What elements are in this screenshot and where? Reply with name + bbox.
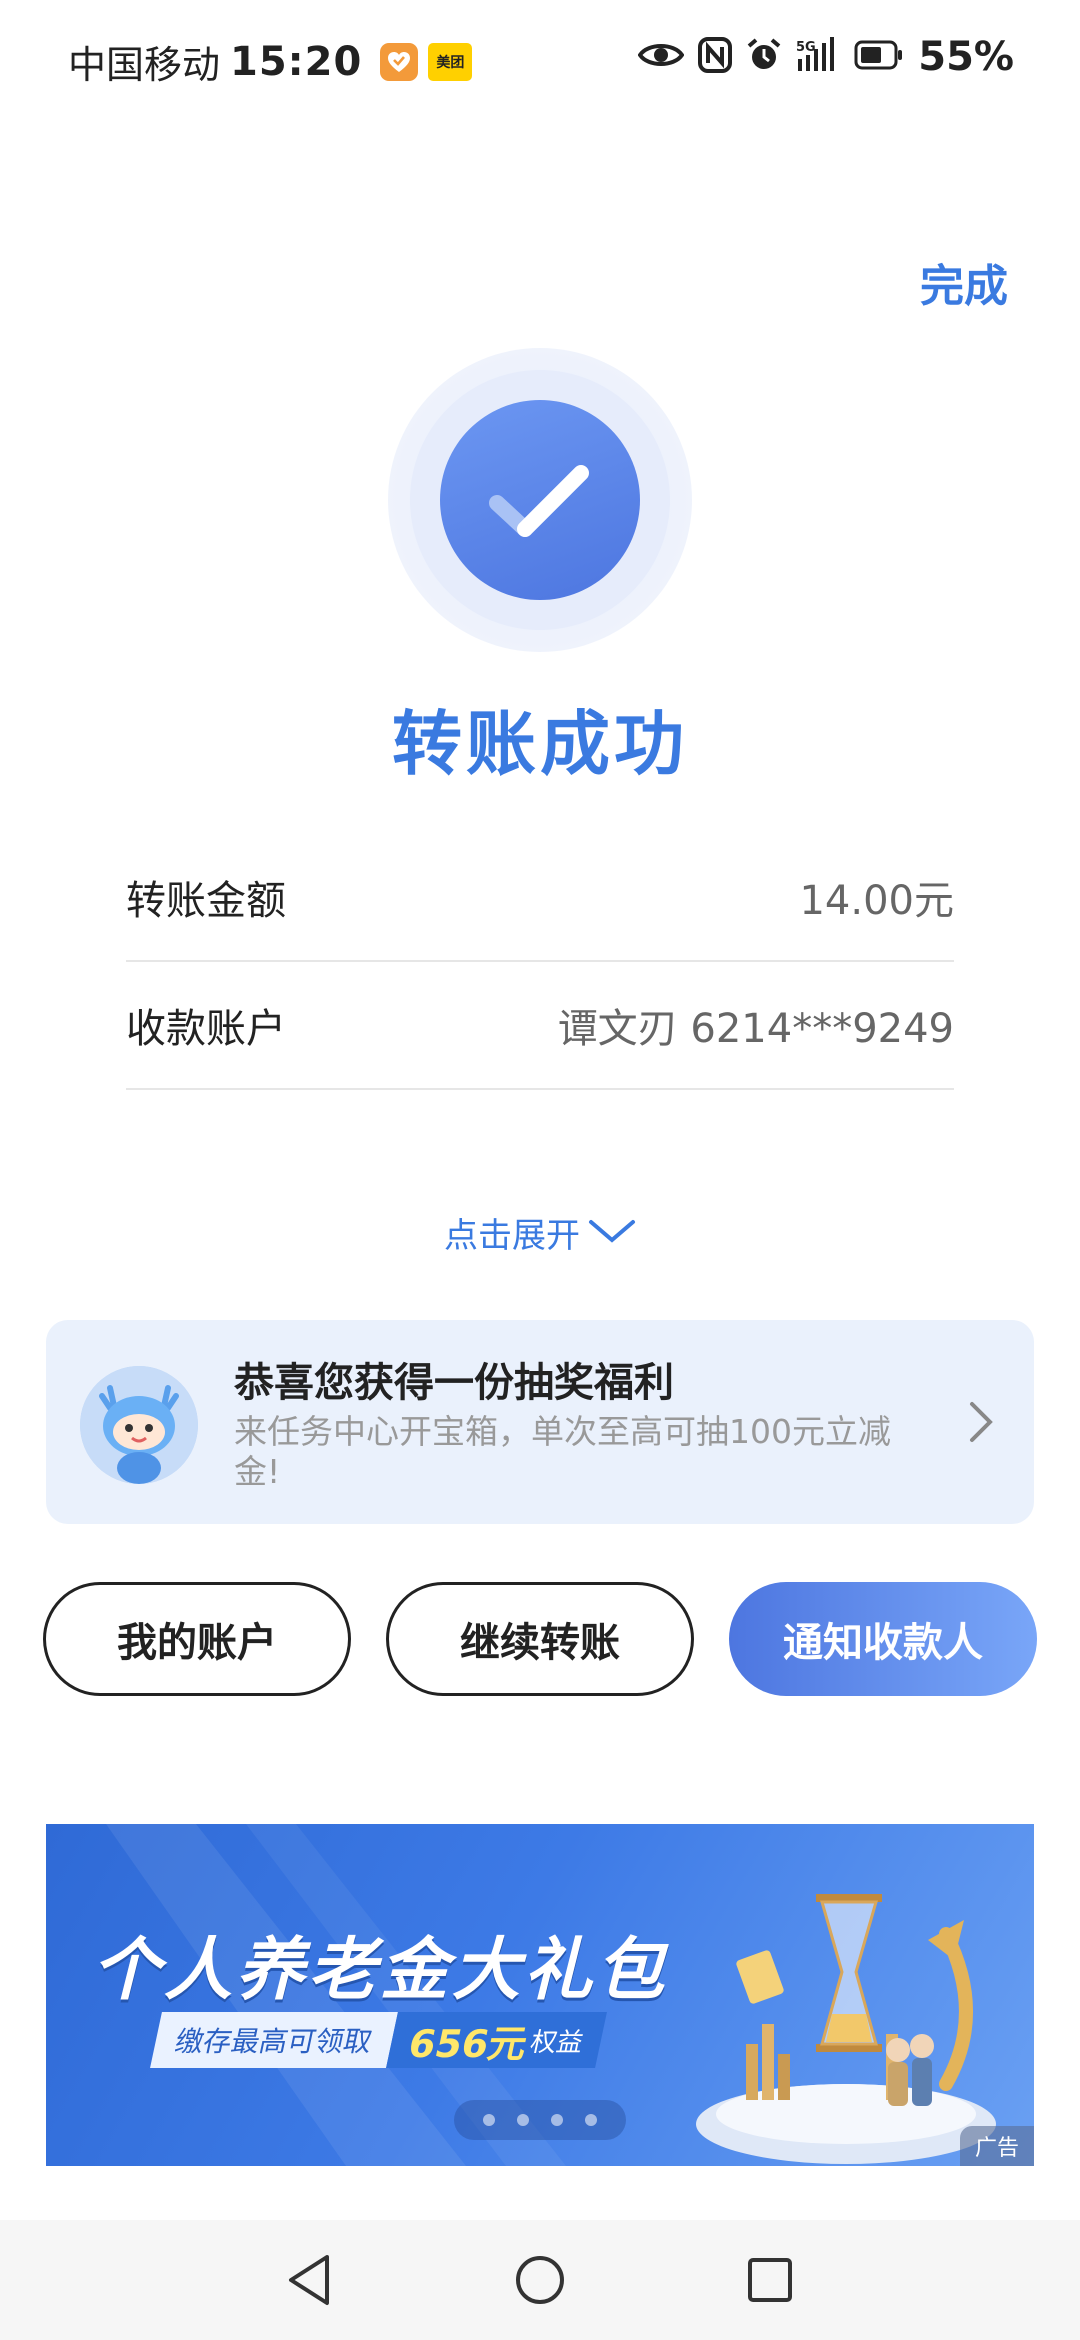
banner-sub-right: 656元 权益 <box>386 2012 608 2068</box>
mascot-avatar <box>80 1366 198 1484</box>
meituan-app-icon: 美团 <box>428 42 473 81</box>
carousel-dot[interactable] <box>517 2114 529 2126</box>
back-nav-button[interactable] <box>278 2248 342 2312</box>
clock-time: 15:20 <box>230 38 363 85</box>
my-account-button[interactable]: 我的账户 <box>43 1582 351 1696</box>
promo-title: 恭喜您获得一份抽奖福利 <box>234 1360 674 1406</box>
battery-icon <box>854 40 904 74</box>
continue-transfer-button[interactable]: 继续转账 <box>386 1582 694 1696</box>
amount-value: 14.00元 <box>799 878 954 924</box>
ad-label: 广告 <box>960 2126 1034 2166</box>
carousel-indicator[interactable] <box>454 2100 626 2140</box>
banner-suffix: 权益 <box>527 2027 587 2058</box>
notify-payee-button[interactable]: 通知收款人 <box>729 1582 1037 1696</box>
detail-row-payee: 收款账户 谭文刃 6214***9249 <box>126 962 954 1090</box>
banner-subtitle: 缴存最高可领取 656元 权益 <box>150 2012 608 2068</box>
carrier-name: 中国移动 <box>68 43 221 87</box>
battery-percent: 55% <box>918 34 1014 80</box>
banner-sub-left: 缴存最高可领取 <box>150 2012 398 2068</box>
done-button[interactable]: 完成 <box>920 250 1008 314</box>
recent-apps-nav-button[interactable] <box>738 2248 802 2312</box>
system-nav-bar <box>0 2220 1080 2340</box>
status-bar: 中国移动 15:20 美团 5G 55% <box>0 0 1080 120</box>
eye-icon <box>637 40 685 74</box>
triangle-back-icon <box>289 2255 329 2305</box>
promo-description: 来任务中心开宝箱，单次至高可抽100元立减金! <box>234 1412 891 1491</box>
notification-app-icon <box>380 42 419 81</box>
lottery-promo-card[interactable]: 恭喜您获得一份抽奖福利 来任务中心开宝箱，单次至高可抽100元立减金! <box>46 1320 1034 1524</box>
carousel-dot[interactable] <box>483 2114 495 2126</box>
chevron-right-icon <box>968 1400 994 1448</box>
transfer-details: 转账金额 14.00元 收款账户 谭文刃 6214***9249 <box>126 834 954 1090</box>
success-icon-halo <box>388 348 692 652</box>
success-title: 转账成功 <box>392 703 688 785</box>
signal-icon: 5G <box>796 37 840 77</box>
payee-label: 收款账户 <box>126 1006 286 1052</box>
banner-title: 个人养老金大礼包 <box>92 1931 669 2010</box>
expand-label: 点击展开 <box>444 1216 580 1256</box>
carousel-dot[interactable] <box>585 2114 597 2126</box>
status-left: 中国移动 15:20 美团 <box>68 34 473 89</box>
status-right: 5G 55% <box>637 34 1014 80</box>
detail-row-amount: 转账金额 14.00元 <box>126 834 954 962</box>
amount-label: 转账金额 <box>126 878 286 924</box>
pension-promo-banner[interactable]: 个人养老金大礼包 缴存最高可领取 656元 权益 广告 <box>46 1824 1034 2166</box>
circle-home-icon <box>516 2256 564 2304</box>
carousel-dot[interactable] <box>551 2114 563 2126</box>
square-recent-icon <box>748 2258 792 2302</box>
alarm-icon <box>746 37 782 77</box>
svg-text:5G: 5G <box>796 40 816 55</box>
home-nav-button[interactable] <box>508 2248 572 2312</box>
nfc-icon <box>698 37 733 77</box>
expand-details-button[interactable]: 点击展开 <box>0 1208 1080 1257</box>
banner-amount: 656元 <box>404 2021 532 2066</box>
chevron-down-icon <box>588 1213 636 1253</box>
checkmark-icon <box>440 400 640 600</box>
payee-value: 谭文刃 6214***9249 <box>557 1006 954 1052</box>
